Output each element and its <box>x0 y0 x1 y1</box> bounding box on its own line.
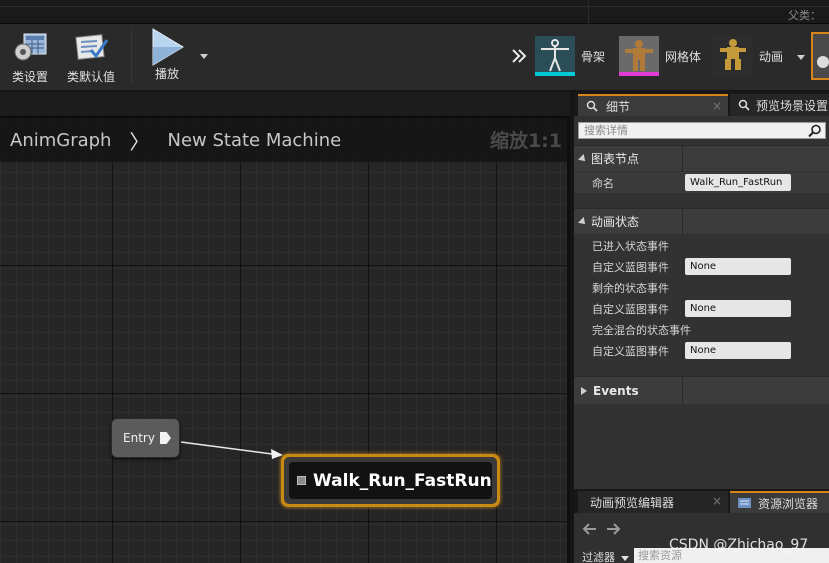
content-browser-icon <box>738 497 751 509</box>
title-bar: 父类： <box>0 0 829 24</box>
mode-mesh-button[interactable]: 网格体 <box>619 34 701 78</box>
category-graph-node[interactable]: 图表节点 <box>574 145 829 172</box>
tab-anim-preview-editor-label: 动画预览编辑器 <box>590 495 675 510</box>
class-defaults-label: 类默认值 <box>66 70 115 84</box>
category-graph-node-title: 图表节点 <box>591 152 640 166</box>
property-group-entered-state: 已进入状态事件 <box>574 235 829 256</box>
property-group-fully-blended: 完全混合的状态事件 <box>574 319 829 340</box>
details-search-input[interactable]: 搜索详情 <box>578 122 826 139</box>
play-button[interactable]: 播放 <box>142 28 192 85</box>
class-settings-icon <box>10 30 50 64</box>
entry-node[interactable]: Entry <box>111 418 180 458</box>
search-icon[interactable] <box>808 124 822 138</box>
parent-class-label: 父类： <box>788 9 821 22</box>
bottom-tab-strip: 动画预览编辑器 × 资源浏览器 <box>574 489 829 513</box>
watermark: CSDN @Zhichao_97 <box>669 537 809 553</box>
graph-editor[interactable]: 〉 AnimGraph 〉 New State Machine 缩放1:1 En… <box>0 92 570 563</box>
class-settings-label: 类设置 <box>11 70 48 84</box>
double-chevron-right-icon[interactable] <box>510 48 528 67</box>
play-options-dropdown[interactable] <box>200 54 208 59</box>
property-row-custom-blueprint-event: 自定义蓝图事件 None <box>574 340 829 361</box>
tab-content-browser[interactable]: 资源浏览器 <box>730 491 829 513</box>
state-node-label: Walk_Run_FastRun <box>313 470 492 491</box>
forward-arrow-icon[interactable] <box>605 521 621 537</box>
property-row-name: 命名 Walk_Run_FastRun <box>574 172 829 193</box>
class-defaults-icon <box>71 30 111 64</box>
mode-mesh-label: 网格体 <box>665 49 702 64</box>
back-arrow-icon[interactable] <box>582 521 598 537</box>
blueprint-gear-icon <box>817 56 829 68</box>
mode-blueprint-button[interactable] <box>811 32 829 80</box>
custom-blueprint-event-field[interactable]: None <box>685 300 791 317</box>
animation-thumbnail-icon <box>713 36 753 76</box>
name-field[interactable]: Walk_Run_FastRun <box>685 174 791 191</box>
property-label: 自定义蓝图事件 <box>592 260 669 274</box>
category-animation-state[interactable]: 动画状态 <box>574 208 829 235</box>
collapsed-arrow-icon <box>581 386 587 395</box>
tab-preview-scene[interactable]: 预览场景设置 <box>730 94 829 116</box>
mode-skeleton-label: 骨架 <box>581 49 606 64</box>
category-animation-state-title: 动画状态 <box>591 215 640 229</box>
mode-animation-label: 动画 <box>759 49 784 64</box>
play-icon <box>147 28 187 66</box>
category-events-title: Events <box>593 383 639 398</box>
custom-blueprint-event-field[interactable]: None <box>685 258 791 275</box>
filter-label: 过滤器 <box>582 551 615 563</box>
skeleton-thumbnail-icon <box>535 36 575 76</box>
state-node[interactable]: Walk_Run_FastRun <box>281 454 500 507</box>
tab-details[interactable]: 细节 × <box>578 94 728 116</box>
magnifier-icon <box>586 100 598 112</box>
property-group-label: 完全混合的状态事件 <box>592 323 691 337</box>
play-label: 播放 <box>154 67 179 81</box>
state-icon <box>297 476 306 485</box>
property-group-left-state: 剩余的状态事件 <box>574 277 829 298</box>
expand-arrow-icon <box>578 153 588 164</box>
custom-blueprint-event-field[interactable]: None <box>685 342 791 359</box>
tab-details-label: 细节 <box>606 99 631 114</box>
magnifier-icon <box>738 99 750 111</box>
chevron-down-icon <box>620 555 629 561</box>
details-tab-strip: 细节 × 预览场景设置 <box>574 92 829 116</box>
tab-preview-scene-label: 预览场景设置 <box>756 98 829 113</box>
property-label: 自定义蓝图事件 <box>592 344 669 358</box>
details-panel: 搜索详情 图表节点 命名 Walk_Run_FastRun 动画状态 已进入状态… <box>574 116 829 496</box>
property-label: 自定义蓝图事件 <box>592 302 669 316</box>
mode-animation-button[interactable]: 动画 <box>713 34 783 78</box>
mesh-thumbnail-icon <box>619 36 659 76</box>
filter-button[interactable]: 过滤器 <box>582 549 629 563</box>
property-label: 命名 <box>592 176 614 190</box>
tab-content-browser-label: 资源浏览器 <box>758 496 819 511</box>
mode-dropdown-arrow[interactable] <box>797 55 805 60</box>
property-group-label: 已进入状态事件 <box>592 239 669 253</box>
close-icon[interactable]: × <box>712 99 722 113</box>
class-defaults-button[interactable]: 类默认值 <box>64 30 118 85</box>
close-icon[interactable]: × <box>712 494 722 508</box>
entry-node-label: Entry <box>123 431 155 445</box>
property-group-label: 剩余的状态事件 <box>592 281 669 295</box>
class-settings-button[interactable]: 类设置 <box>6 30 54 85</box>
property-row-custom-blueprint-event: 自定义蓝图事件 None <box>574 298 829 319</box>
category-events[interactable]: Events <box>574 376 829 405</box>
mode-skeleton-button[interactable]: 骨架 <box>535 34 605 78</box>
expand-arrow-icon <box>578 216 588 227</box>
property-row-custom-blueprint-event: 自定义蓝图事件 None <box>574 256 829 277</box>
tab-anim-preview-editor[interactable]: 动画预览编辑器 × <box>578 491 728 513</box>
details-search-placeholder: 搜索详情 <box>584 124 628 137</box>
toolbar: 类设置 类默认值 播放 骨架 网格体 动画 <box>0 24 829 92</box>
exec-pin-icon[interactable] <box>159 432 171 444</box>
right-panel: 细节 × 预览场景设置 搜索详情 图表节点 命名 Walk_Run_FastRu… <box>574 92 829 563</box>
